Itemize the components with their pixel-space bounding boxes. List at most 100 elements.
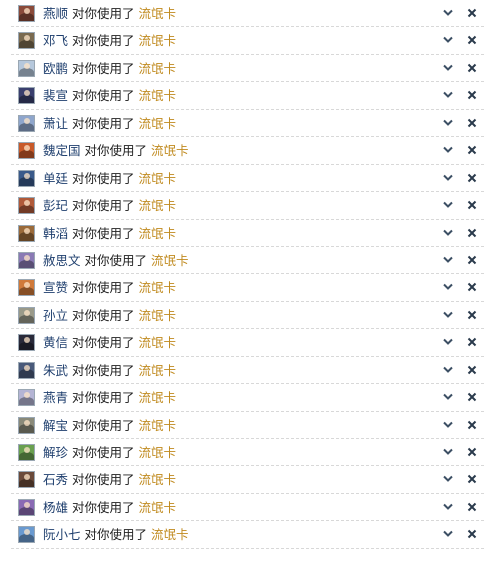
- avatar[interactable]: [18, 334, 35, 352]
- close-icon[interactable]: [467, 63, 477, 73]
- chevron-down-icon[interactable]: [443, 64, 453, 72]
- chevron-down-icon[interactable]: [443, 229, 453, 237]
- player-name-link[interactable]: 石秀: [43, 472, 68, 487]
- chevron-down-icon[interactable]: [443, 119, 453, 127]
- card-name-link[interactable]: 流氓卡: [139, 6, 177, 21]
- card-name-link[interactable]: 流氓卡: [151, 527, 189, 542]
- chevron-down-icon[interactable]: [443, 91, 453, 99]
- avatar[interactable]: [18, 5, 35, 22]
- close-icon[interactable]: [467, 502, 477, 512]
- card-name-link[interactable]: 流氓卡: [139, 226, 177, 241]
- player-name-link[interactable]: 燕顺: [43, 6, 68, 21]
- close-icon[interactable]: [467, 392, 477, 402]
- chevron-down-icon[interactable]: [443, 393, 453, 401]
- close-icon[interactable]: [467, 90, 477, 100]
- player-name-link[interactable]: 解珍: [43, 445, 68, 460]
- close-icon[interactable]: [467, 35, 477, 45]
- card-name-link[interactable]: 流氓卡: [139, 390, 177, 405]
- chevron-down-icon[interactable]: [443, 338, 453, 346]
- card-name-link[interactable]: 流氓卡: [139, 500, 177, 515]
- player-name-link[interactable]: 彭玘: [43, 198, 68, 213]
- player-name-link[interactable]: 孙立: [43, 308, 68, 323]
- avatar[interactable]: [18, 251, 35, 269]
- avatar[interactable]: [18, 32, 35, 50]
- card-name-link[interactable]: 流氓卡: [139, 61, 177, 76]
- close-icon[interactable]: [467, 474, 477, 484]
- avatar[interactable]: [18, 279, 35, 297]
- card-name-link[interactable]: 流氓卡: [151, 253, 189, 268]
- player-name-link[interactable]: 解宝: [43, 418, 68, 433]
- player-name-link[interactable]: 韩滔: [43, 226, 68, 241]
- close-icon[interactable]: [467, 200, 477, 210]
- chevron-down-icon[interactable]: [443, 174, 453, 182]
- avatar[interactable]: [18, 306, 35, 324]
- player-name-link[interactable]: 朱武: [43, 363, 68, 378]
- avatar[interactable]: [18, 471, 35, 489]
- avatar[interactable]: [18, 444, 35, 461]
- chevron-down-icon[interactable]: [443, 366, 453, 374]
- card-name-link[interactable]: 流氓卡: [139, 33, 177, 48]
- card-name-link[interactable]: 流氓卡: [139, 335, 177, 350]
- player-name-link[interactable]: 燕青: [43, 390, 68, 405]
- close-icon[interactable]: [467, 420, 477, 430]
- chevron-down-icon[interactable]: [443, 201, 453, 209]
- avatar[interactable]: [18, 197, 35, 215]
- close-icon[interactable]: [467, 118, 477, 128]
- card-name-link[interactable]: 流氓卡: [139, 363, 177, 378]
- card-name-link[interactable]: 流氓卡: [139, 418, 177, 433]
- chevron-down-icon[interactable]: [443, 283, 453, 291]
- chevron-down-icon[interactable]: [443, 36, 453, 44]
- close-icon[interactable]: [467, 447, 477, 457]
- player-name-link[interactable]: 邓飞: [43, 33, 68, 48]
- player-name-link[interactable]: 杨雄: [43, 500, 68, 515]
- card-name-link[interactable]: 流氓卡: [139, 171, 177, 186]
- chevron-down-icon[interactable]: [443, 146, 453, 154]
- close-icon[interactable]: [467, 255, 477, 265]
- avatar[interactable]: [18, 224, 35, 242]
- chevron-down-icon[interactable]: [443, 256, 453, 264]
- player-name-link[interactable]: 萧让: [43, 116, 68, 131]
- chevron-down-icon[interactable]: [443, 475, 453, 483]
- player-name-link[interactable]: 单廷: [43, 171, 68, 186]
- chevron-down-icon[interactable]: [443, 448, 453, 456]
- card-name-link[interactable]: 流氓卡: [139, 88, 177, 103]
- avatar[interactable]: [18, 498, 35, 516]
- chevron-down-icon[interactable]: [443, 421, 453, 429]
- close-icon[interactable]: [467, 337, 477, 347]
- chevron-down-icon[interactable]: [443, 9, 453, 17]
- player-name-link[interactable]: 黄信: [43, 335, 68, 350]
- card-name-link[interactable]: 流氓卡: [139, 472, 177, 487]
- chevron-down-icon[interactable]: [443, 503, 453, 511]
- card-name-link[interactable]: 流氓卡: [139, 308, 177, 323]
- card-name-link[interactable]: 流氓卡: [139, 445, 177, 460]
- close-icon[interactable]: [467, 310, 477, 320]
- player-name-link[interactable]: 宣赞: [43, 280, 68, 295]
- player-name-link[interactable]: 欧鹏: [43, 61, 68, 76]
- player-name-link[interactable]: 赦思文: [43, 253, 81, 268]
- player-name-link[interactable]: 裴宣: [43, 88, 68, 103]
- avatar[interactable]: [18, 361, 35, 379]
- card-name-link[interactable]: 流氓卡: [139, 280, 177, 295]
- chevron-down-icon[interactable]: [443, 311, 453, 319]
- close-icon[interactable]: [467, 8, 477, 18]
- close-icon[interactable]: [467, 529, 477, 539]
- close-icon[interactable]: [467, 228, 477, 238]
- avatar[interactable]: [18, 59, 35, 77]
- card-name-link[interactable]: 流氓卡: [151, 143, 189, 158]
- avatar[interactable]: [18, 389, 35, 407]
- close-icon[interactable]: [467, 145, 477, 155]
- avatar[interactable]: [18, 416, 35, 434]
- close-icon[interactable]: [467, 282, 477, 292]
- avatar[interactable]: [18, 114, 35, 132]
- avatar[interactable]: [18, 526, 35, 544]
- close-icon[interactable]: [467, 173, 477, 183]
- close-icon[interactable]: [467, 365, 477, 375]
- card-name-link[interactable]: 流氓卡: [139, 198, 177, 213]
- avatar[interactable]: [18, 142, 35, 160]
- avatar[interactable]: [18, 169, 35, 187]
- player-name-link[interactable]: 阮小七: [43, 527, 81, 542]
- player-name-link[interactable]: 魏定国: [43, 143, 81, 158]
- chevron-down-icon[interactable]: [443, 530, 453, 538]
- card-name-link[interactable]: 流氓卡: [139, 116, 177, 131]
- avatar[interactable]: [18, 87, 35, 105]
